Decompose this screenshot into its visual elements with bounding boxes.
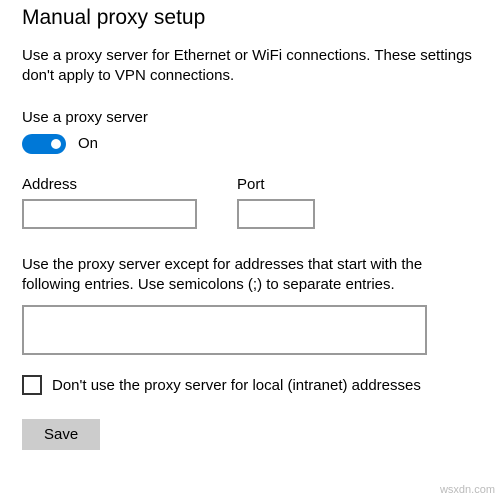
address-port-row: Address Port (22, 176, 481, 229)
local-bypass-row: Don't use the proxy server for local (in… (22, 375, 481, 395)
use-proxy-label: Use a proxy server (22, 109, 481, 126)
port-field: Port (237, 176, 315, 229)
local-bypass-label: Don't use the proxy server for local (in… (52, 377, 421, 394)
exceptions-input[interactable] (22, 305, 427, 355)
use-proxy-toggle-section: Use a proxy server On (22, 109, 481, 154)
use-proxy-toggle[interactable] (22, 134, 66, 154)
use-proxy-toggle-row: On (22, 134, 481, 154)
save-button[interactable]: Save (22, 419, 100, 450)
local-bypass-checkbox[interactable] (22, 375, 42, 395)
address-field: Address (22, 176, 197, 229)
proxy-description: Use a proxy server for Ethernet or WiFi … (22, 46, 472, 87)
address-label: Address (22, 176, 197, 193)
use-proxy-state: On (78, 135, 98, 152)
port-input[interactable] (237, 199, 315, 229)
toggle-knob-icon (51, 139, 61, 149)
exceptions-description: Use the proxy server except for addresse… (22, 255, 472, 296)
page-title: Manual proxy setup (22, 6, 481, 30)
port-label: Port (237, 176, 315, 193)
watermark: wsxdn.com (440, 484, 495, 496)
address-input[interactable] (22, 199, 197, 229)
